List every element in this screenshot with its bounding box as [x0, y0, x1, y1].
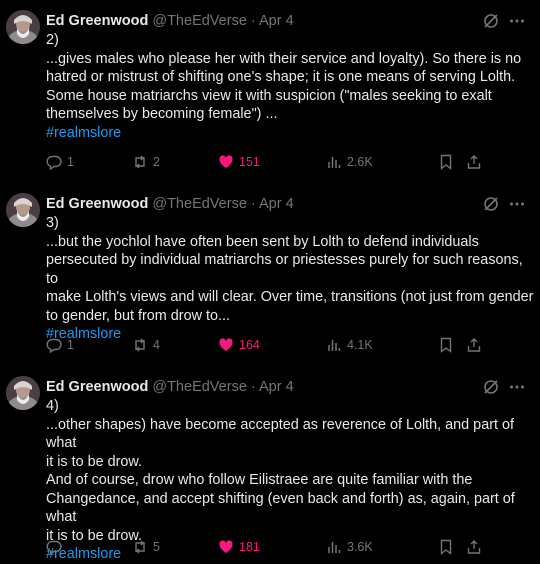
like-button[interactable]: 151 [218, 151, 260, 173]
hashtag-link[interactable]: #realmslore [46, 124, 534, 143]
avatar[interactable] [6, 376, 40, 410]
thread-number: 3) [46, 215, 59, 231]
reply-icon [46, 338, 62, 353]
bookmark-button[interactable] [438, 536, 454, 558]
tweet-2[interactable]: Ed Greenwood @TheEdVerse · Apr 4 3) ...b… [0, 193, 540, 358]
repost-count: 4 [153, 338, 160, 352]
reply-button[interactable]: 1 [46, 334, 74, 356]
author-name[interactable]: Ed Greenwood [46, 13, 148, 29]
bookmark-icon [440, 154, 452, 170]
repost-button[interactable]: 4 [132, 334, 160, 356]
text-line: And of course, drow who follow Eilistrae… [46, 472, 473, 488]
text-line: ...other shapes) have become accepted as… [46, 416, 514, 452]
text-line: it is to be drow. [46, 453, 142, 470]
grok-icon[interactable] [482, 12, 500, 30]
reply-count: 1 [67, 155, 74, 169]
repost-count: 2 [153, 155, 160, 169]
tweet-text: 2) ...gives males who please her with th… [46, 31, 534, 142]
repost-button[interactable]: 2 [132, 151, 160, 173]
post-date[interactable]: Apr 4 [259, 196, 294, 212]
share-icon [467, 155, 481, 169]
like-icon [219, 155, 233, 168]
like-button[interactable]: 181 [218, 536, 260, 558]
reply-button[interactable] [46, 536, 67, 558]
author-handle[interactable]: @TheEdVerse [152, 196, 247, 212]
repost-icon [135, 540, 145, 554]
post-date[interactable]: Apr 4 [259, 13, 294, 29]
repost-icon [135, 155, 145, 169]
grok-icon[interactable] [482, 378, 500, 396]
tweet-text: 3) ...but the yochlol have often been se… [46, 214, 534, 344]
text-line: persecuted by individual matriarchs or p… [46, 252, 523, 287]
share-button[interactable] [466, 151, 482, 173]
separator-dot: · [250, 196, 256, 212]
bookmark-button[interactable] [438, 151, 454, 173]
avatar[interactable] [6, 193, 40, 227]
like-count: 181 [239, 540, 260, 554]
more-icon[interactable] [508, 378, 526, 396]
text-line: to gender, but from drow to... [46, 307, 230, 324]
separator-dot: · [250, 379, 256, 395]
thread-number: 2) [46, 32, 59, 48]
text-line: ...gives males who please her with their… [46, 50, 522, 67]
reply-icon [46, 540, 62, 555]
text-line: hatred or mistrust of shifting one's sha… [46, 69, 516, 85]
bookmark-button[interactable] [438, 334, 454, 356]
text-line: ...but the yochlol have often been sent … [46, 233, 479, 250]
tweet-header: Ed Greenwood @TheEdVerse · Apr 4 [46, 377, 294, 397]
author-name[interactable]: Ed Greenwood [46, 379, 148, 395]
action-bar: 5 181 3.6K [46, 536, 534, 558]
share-icon [467, 338, 481, 352]
author-handle[interactable]: @TheEdVerse [152, 13, 247, 29]
avatar[interactable] [6, 10, 40, 44]
views-icon [328, 340, 341, 351]
like-count: 151 [239, 155, 260, 169]
text-line: themselves by becoming female") ... [46, 106, 278, 122]
more-icon[interactable] [508, 12, 526, 30]
share-button[interactable] [466, 536, 482, 558]
views-button[interactable]: 3.6K [326, 536, 373, 558]
like-count: 164 [239, 338, 260, 352]
tweet-header: Ed Greenwood @TheEdVerse · Apr 4 [46, 11, 294, 31]
text-line: Changedance, and accept shifting (even b… [46, 490, 515, 526]
views-icon [328, 542, 341, 553]
reply-count: 1 [67, 338, 74, 352]
views-button[interactable]: 4.1K [326, 334, 373, 356]
bookmark-icon [440, 539, 452, 555]
action-bar: 1 4 164 4.1K [46, 334, 534, 356]
views-icon [328, 157, 341, 168]
action-bar: 1 2 151 2.6K [46, 151, 534, 173]
repost-icon [135, 338, 145, 352]
view-count: 3.6K [347, 540, 373, 554]
reply-button[interactable]: 1 [46, 151, 74, 173]
author-handle[interactable]: @TheEdVerse [152, 379, 247, 395]
text-line: make Lolth's views and will clear. Over … [46, 289, 534, 305]
like-button[interactable]: 164 [218, 334, 260, 356]
separator-dot: · [250, 13, 256, 29]
bookmark-icon [440, 337, 452, 353]
more-icon[interactable] [508, 195, 526, 213]
share-icon [467, 540, 481, 554]
author-name[interactable]: Ed Greenwood [46, 196, 148, 212]
thread-number: 4) [46, 398, 59, 414]
post-date[interactable]: Apr 4 [259, 379, 294, 395]
tweet-1[interactable]: Ed Greenwood @TheEdVerse · Apr 4 2) ...g… [0, 10, 540, 175]
like-icon [219, 338, 233, 351]
share-button[interactable] [466, 334, 482, 356]
repost-count: 5 [153, 540, 160, 554]
view-count: 4.1K [347, 338, 373, 352]
like-icon [219, 540, 233, 553]
reply-icon [46, 155, 62, 170]
grok-icon[interactable] [482, 195, 500, 213]
tweet-3[interactable]: Ed Greenwood @TheEdVerse · Apr 4 4) ...o… [0, 376, 540, 562]
text-line: Some house matriarchs view it with suspi… [46, 87, 492, 104]
tweet-header: Ed Greenwood @TheEdVerse · Apr 4 [46, 194, 294, 214]
view-count: 2.6K [347, 155, 373, 169]
repost-button[interactable]: 5 [132, 536, 160, 558]
views-button[interactable]: 2.6K [326, 151, 373, 173]
